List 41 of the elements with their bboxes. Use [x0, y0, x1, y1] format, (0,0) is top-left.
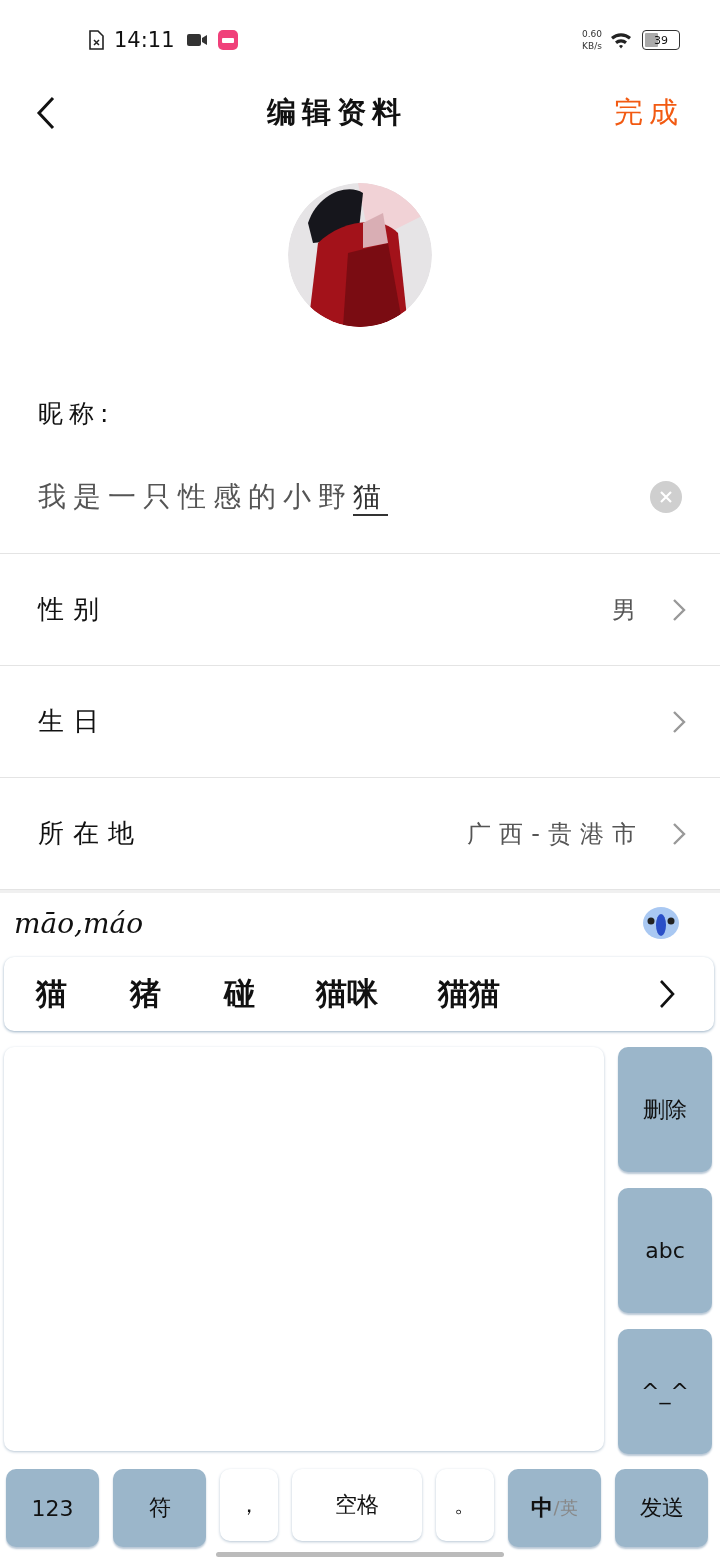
row-value: 广西-贵港市: [467, 818, 644, 850]
space-key[interactable]: 空格: [292, 1469, 422, 1541]
keyboard-key[interactable]: ^_^: [618, 1329, 712, 1454]
chevron-icon[interactable]: [658, 978, 676, 1010]
candidate-word[interactable]: 猪: [98, 957, 192, 1031]
wifi-icon: [610, 31, 634, 49]
chevron-icon: [672, 709, 686, 734]
row-label: 生日: [38, 705, 108, 738]
keyboard-key[interactable]: ，: [220, 1469, 278, 1541]
candidate-word[interactable]: 猫猫: [408, 957, 530, 1031]
keyboard-key[interactable]: 符: [113, 1469, 206, 1547]
nickname-field[interactable]: 我是一只性感的小野 猫: [38, 478, 388, 516]
network-unit: KB/s: [582, 40, 602, 52]
bird-icon[interactable]: [642, 906, 680, 940]
keyboard-key[interactable]: 删除: [618, 1047, 712, 1172]
sim-icon: [88, 30, 104, 50]
battery-icon: 39: [642, 30, 680, 50]
profile-row[interactable]: 所在地 广西-贵港市: [0, 778, 720, 890]
app-icon: [217, 30, 238, 50]
video-icon: [186, 33, 208, 47]
keyboard-key[interactable]: abc: [618, 1188, 712, 1313]
row-value: 男: [612, 594, 644, 626]
chevron-icon: [672, 821, 686, 846]
keyboard-key[interactable]: 发送: [615, 1469, 708, 1547]
language-key[interactable]: 中/英: [508, 1469, 601, 1547]
candidate-word[interactable]: 猫: [4, 957, 98, 1031]
clock-time: 14:11: [114, 28, 175, 52]
profile-row[interactable]: 生日: [0, 666, 720, 778]
profile-row[interactable]: 性别 男: [0, 554, 720, 666]
pinyin-text: māo,máo: [14, 906, 144, 940]
keyboard-key[interactable]: 123: [6, 1469, 99, 1547]
candidate-word[interactable]: 碰: [192, 957, 286, 1031]
page-title: 编辑资料: [267, 94, 407, 131]
back-icon[interactable]: [36, 96, 56, 130]
row-label: 性别: [38, 593, 108, 626]
row-label: 所在地: [38, 817, 143, 850]
chevron-icon: [672, 597, 686, 622]
candidate-word[interactable]: 猫咪: [286, 957, 408, 1031]
keyboard-key[interactable]: 。: [436, 1469, 494, 1541]
nickname-label: 昵称:: [38, 398, 116, 430]
network-speed: 0.60: [581, 28, 602, 40]
